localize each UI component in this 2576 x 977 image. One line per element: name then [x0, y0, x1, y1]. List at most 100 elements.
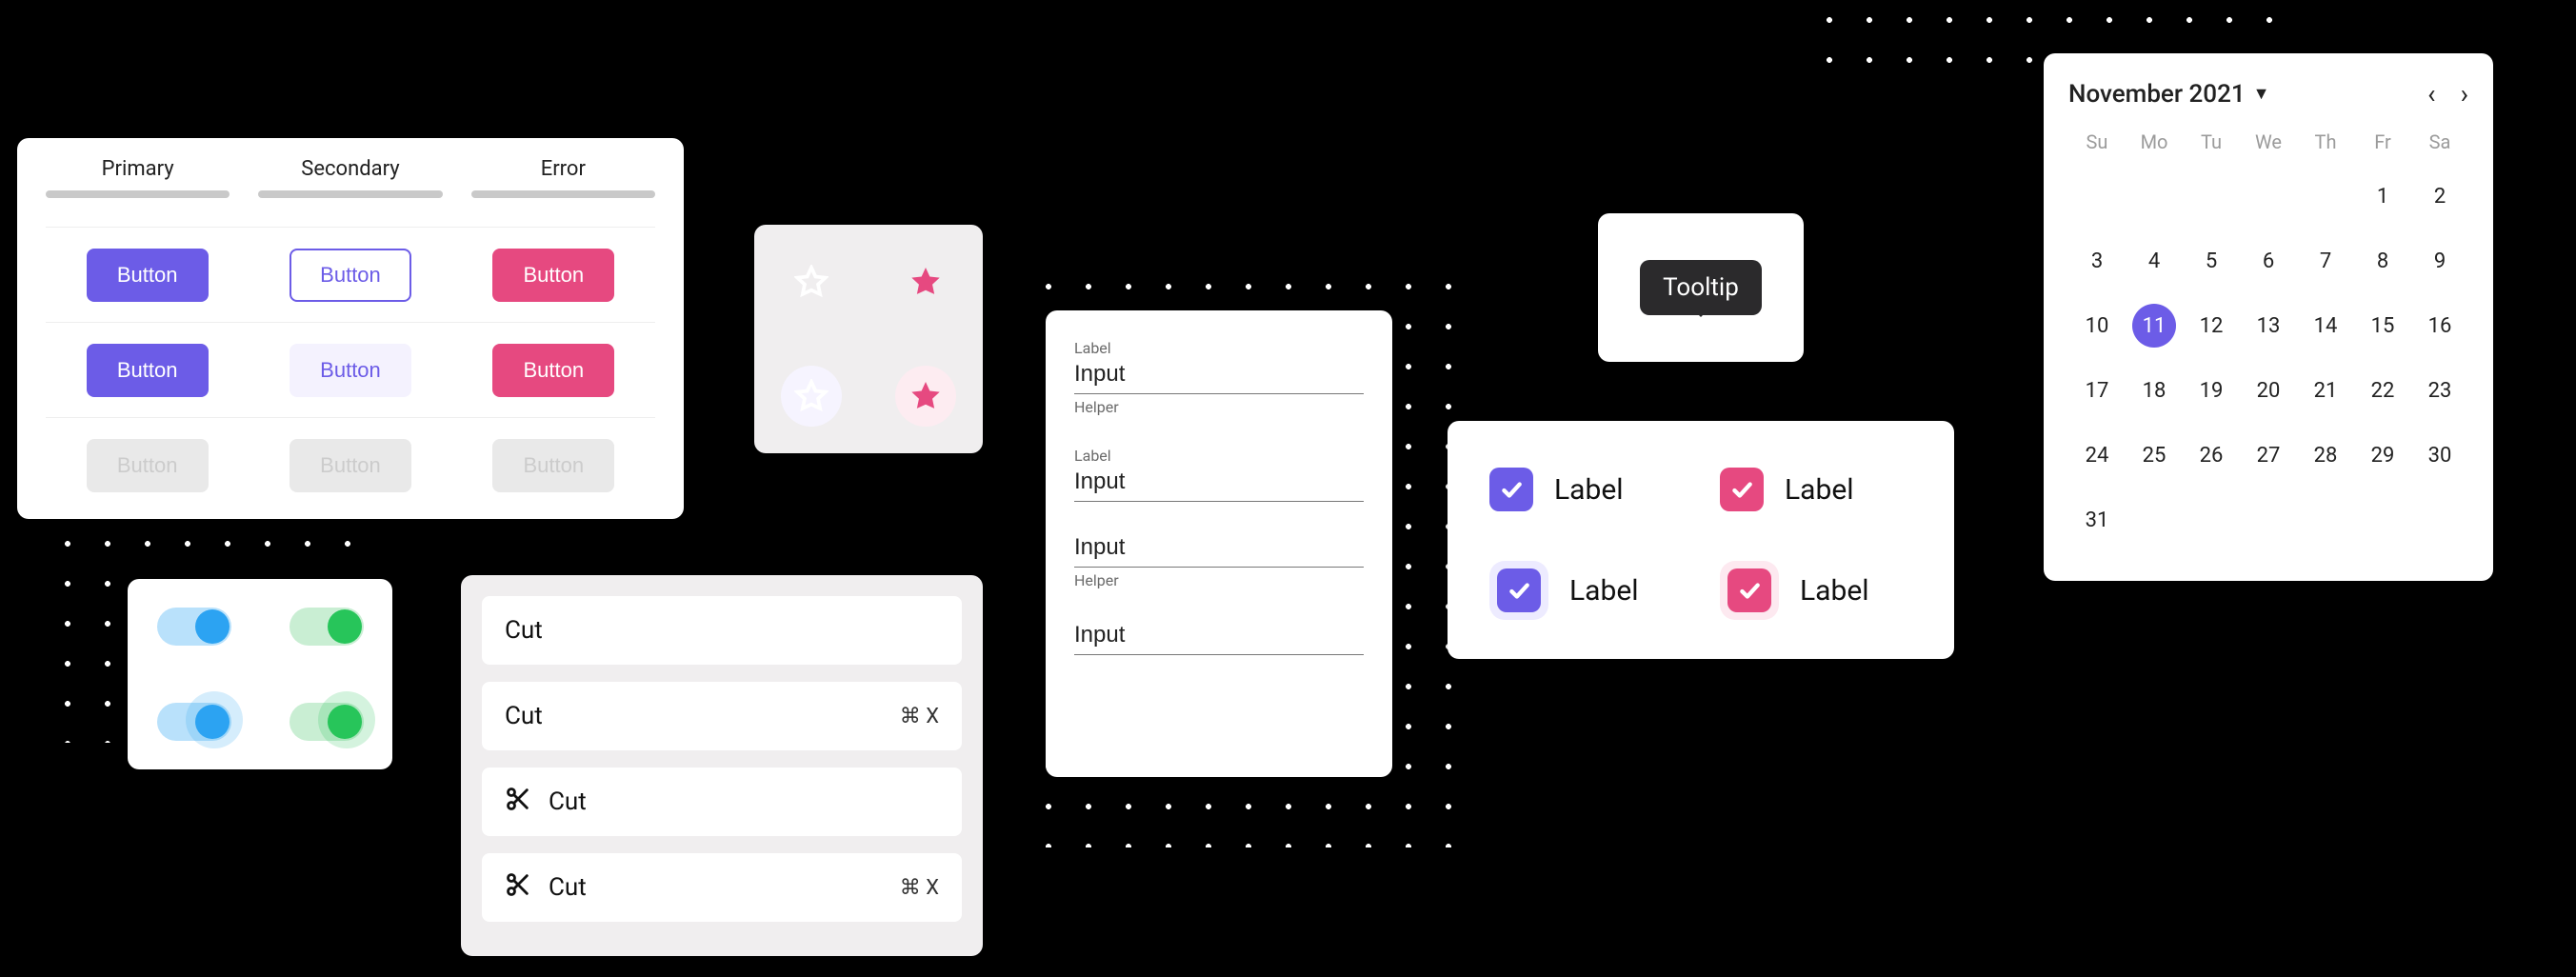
- menu-item-shortcut: ⌘ X: [900, 705, 939, 728]
- calendar-dow: Su: [2068, 130, 2126, 153]
- tab-underline: [258, 190, 442, 198]
- calendar-day[interactable]: 7: [2297, 239, 2354, 283]
- scissors-icon: [505, 871, 531, 905]
- textfield-input[interactable]: [1074, 467, 1364, 502]
- textfield: Label Helper: [1074, 339, 1364, 416]
- calendar-day[interactable]: 4: [2126, 239, 2183, 283]
- calendar-day[interactable]: 19: [2183, 369, 2240, 412]
- checkbox[interactable]: Label: [1720, 554, 1912, 627]
- calendar-day[interactable]: 31: [2068, 498, 2126, 542]
- buttons-card: Primary Secondary Error Button Button Bu…: [17, 138, 684, 519]
- calendar-day[interactable]: 8: [2354, 239, 2411, 283]
- check-icon: [1727, 568, 1771, 612]
- calendar-dow: Mo: [2126, 130, 2183, 153]
- calendar-day[interactable]: 6: [2240, 239, 2297, 283]
- check-icon: [1489, 468, 1533, 511]
- star-filled-icon[interactable]: [895, 251, 956, 312]
- checkbox[interactable]: Label: [1489, 453, 1682, 526]
- calendar-day[interactable]: 12: [2183, 304, 2240, 348]
- textfield-input[interactable]: [1074, 359, 1364, 394]
- tab-underline: [46, 190, 230, 198]
- calendar-day[interactable]: 5: [2183, 239, 2240, 283]
- calendar-day[interactable]: 15: [2354, 304, 2411, 348]
- calendar-day[interactable]: 3: [2068, 239, 2126, 283]
- calendar-day[interactable]: 2: [2411, 174, 2468, 218]
- error-button-disabled: Button: [492, 439, 614, 492]
- calendar-day[interactable]: 30: [2411, 433, 2468, 477]
- tab-label: Primary: [46, 157, 230, 181]
- textfield-input[interactable]: [1074, 620, 1364, 655]
- toggle-switch[interactable]: [157, 608, 231, 646]
- toggle-knob: [328, 705, 362, 739]
- calendar-day[interactable]: 17: [2068, 369, 2126, 412]
- menu-item[interactable]: Cut ⌘ X: [482, 682, 962, 750]
- tab-error[interactable]: Error: [471, 157, 655, 208]
- tooltip-text: Tooltip: [1663, 273, 1739, 302]
- menu-item[interactable]: Cut: [482, 768, 962, 836]
- toggle-knob: [328, 609, 362, 644]
- star-outline-icon[interactable]: [781, 251, 842, 312]
- secondary-button[interactable]: Button: [290, 249, 411, 302]
- error-button[interactable]: Button: [492, 249, 614, 302]
- calendar-day[interactable]: 1: [2354, 174, 2411, 218]
- textfield-label: Label: [1074, 447, 1364, 465]
- rating-card: [754, 225, 983, 453]
- tab-secondary[interactable]: Secondary: [258, 157, 442, 208]
- toggle-switch[interactable]: [157, 703, 231, 741]
- calendar-month-selector[interactable]: November 2021 ▼: [2068, 80, 2269, 109]
- calendar-next-button[interactable]: ›: [2461, 78, 2468, 110]
- primary-button-disabled: Button: [87, 439, 209, 492]
- calendar-day[interactable]: 24: [2068, 433, 2126, 477]
- calendar-card: November 2021 ▼ ‹ › SuMoTuWeThFrSa123456…: [2044, 53, 2493, 581]
- calendar-day[interactable]: 23: [2411, 369, 2468, 412]
- calendar-day[interactable]: 18: [2126, 369, 2183, 412]
- textfield-helper: Helper: [1074, 398, 1364, 416]
- menu-item[interactable]: Cut: [482, 596, 962, 665]
- checkbox[interactable]: Label: [1720, 453, 1912, 526]
- calendar-day[interactable]: 14: [2297, 304, 2354, 348]
- secondary-button[interactable]: Button: [290, 344, 411, 397]
- calendar-day[interactable]: 26: [2183, 433, 2240, 477]
- primary-button[interactable]: Button: [87, 249, 209, 302]
- calendar-dow: Fr: [2354, 130, 2411, 153]
- tooltip-card: Tooltip: [1598, 213, 1804, 362]
- error-button[interactable]: Button: [492, 344, 614, 397]
- menu-item-shortcut: ⌘ X: [900, 876, 939, 900]
- textfield: Label: [1074, 447, 1364, 502]
- calendar-day[interactable]: 9: [2411, 239, 2468, 283]
- star-filled-icon[interactable]: [895, 366, 956, 427]
- secondary-button-disabled: Button: [290, 439, 411, 492]
- tab-primary[interactable]: Primary: [46, 157, 230, 208]
- tooltip: Tooltip: [1640, 260, 1762, 315]
- calendar-day[interactable]: 25: [2126, 433, 2183, 477]
- menu-item[interactable]: Cut⌘ X: [482, 853, 962, 922]
- calendar-day[interactable]: 11: [2126, 304, 2183, 348]
- textfield: Helper: [1074, 532, 1364, 589]
- calendar-day[interactable]: 20: [2240, 369, 2297, 412]
- textfield-input[interactable]: [1074, 532, 1364, 568]
- toggle-switch[interactable]: [290, 703, 364, 741]
- calendar-day[interactable]: 13: [2240, 304, 2297, 348]
- checkbox-label: Label: [1785, 473, 1854, 507]
- calendar-dow: Th: [2297, 130, 2354, 153]
- calendar-day[interactable]: 21: [2297, 369, 2354, 412]
- calendar-day[interactable]: 29: [2354, 433, 2411, 477]
- calendar-day[interactable]: 10: [2068, 304, 2126, 348]
- checkbox-label: Label: [1569, 574, 1639, 608]
- toggle-knob: [195, 609, 230, 644]
- caret-down-icon: ▼: [2253, 84, 2270, 104]
- calendar-day[interactable]: 28: [2297, 433, 2354, 477]
- star-outline-icon[interactable]: [781, 366, 842, 427]
- textfield-label: Label: [1074, 339, 1364, 357]
- calendar-prev-button[interactable]: ‹: [2427, 78, 2435, 110]
- checkbox[interactable]: Label: [1489, 554, 1682, 627]
- check-icon: [1497, 568, 1541, 612]
- menu-item-label: Cut: [505, 702, 543, 730]
- primary-button[interactable]: Button: [87, 344, 209, 397]
- calendar-day[interactable]: 27: [2240, 433, 2297, 477]
- toggle-switch[interactable]: [290, 608, 364, 646]
- calendar-day[interactable]: 16: [2411, 304, 2468, 348]
- calendar-day[interactable]: 22: [2354, 369, 2411, 412]
- menu-item-label: Cut: [505, 616, 543, 645]
- calendar-title: November 2021: [2068, 80, 2246, 109]
